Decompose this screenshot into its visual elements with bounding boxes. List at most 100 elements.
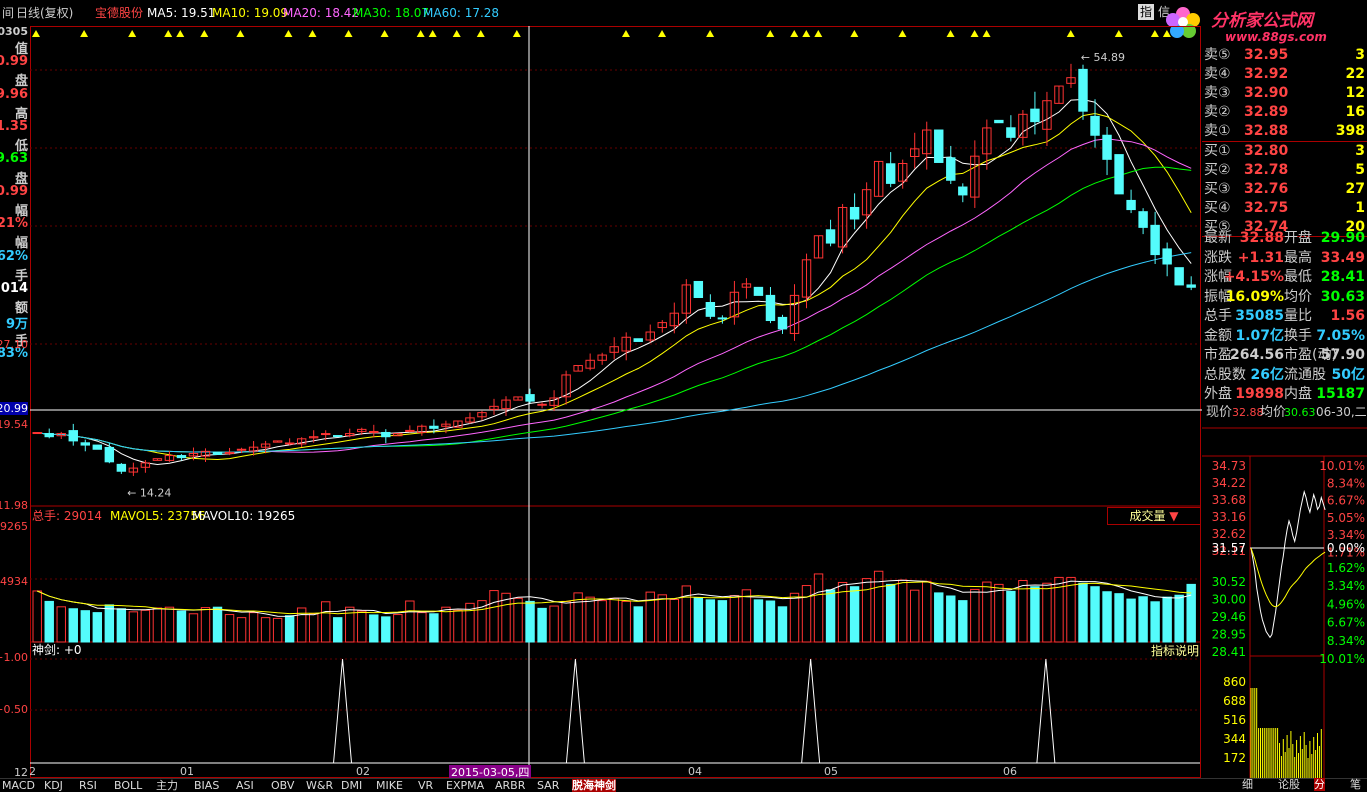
signal-triangle	[380, 30, 389, 37]
sell-level-label: 卖①	[1204, 123, 1231, 139]
indicator-tab[interactable]: MIKE	[376, 779, 403, 792]
indicator-tab[interactable]: OBV	[271, 779, 294, 792]
signal-triangle	[452, 30, 461, 37]
volume-bar	[958, 600, 968, 643]
stock-name[interactable]: 宝德股份	[95, 0, 143, 26]
intraday-volume-tick: 344	[1223, 732, 1246, 746]
signal-triangle	[416, 30, 425, 37]
stat-label: 最高	[1284, 249, 1312, 266]
volume-bar	[729, 595, 740, 643]
quote-panel: 卖⑤ 32.95 3 卖④ 32.92 22 卖③ 32.90 12 卖② 32.89 16 卖① 32.…	[1202, 26, 1367, 426]
right-tab[interactable]: 笔	[1350, 778, 1361, 791]
candle-body	[705, 302, 716, 317]
indicator-tab[interactable]: ASI	[236, 779, 254, 792]
sell-level-label: 卖③	[1204, 85, 1231, 101]
indicator-tab[interactable]: EXPMA	[446, 779, 484, 792]
main-chart[interactable]: ← 54.89← 14.24总手: 29014 MAVOL5: 23756MAVO…	[30, 26, 1202, 778]
volume-bar	[489, 590, 499, 643]
left-info-item: 21%	[0, 216, 28, 232]
stat-value: 57.90	[1320, 347, 1365, 363]
intraday-pct-tick: 6.67%	[1327, 494, 1365, 508]
candle-body	[717, 317, 728, 320]
indicator-tab[interactable]: 脱海神剑	[572, 779, 616, 792]
candle-body	[777, 316, 788, 330]
indicator-tab[interactable]: SAR	[537, 779, 559, 792]
sell-row: 卖① 32.88 398	[1202, 122, 1367, 141]
left-axis-label: 9265	[0, 520, 28, 533]
signal-triangle	[898, 30, 907, 37]
volume-select[interactable]: 成交量 ▼	[1107, 507, 1201, 525]
volume-bar	[260, 617, 271, 643]
candle-body	[1150, 224, 1160, 256]
x-axis-label: 01	[180, 765, 194, 778]
period-label[interactable]: 日线(复权)	[16, 0, 73, 26]
volume-bar	[1006, 590, 1016, 643]
intraday-date: 06-30,二	[1316, 405, 1367, 419]
sell-level-label: 卖②	[1204, 104, 1231, 120]
signal-triangle	[512, 30, 521, 37]
volume-bar	[104, 604, 115, 643]
stat-value: 29.90	[1320, 230, 1365, 246]
volume-bar	[777, 606, 788, 643]
indicator-spike	[801, 658, 821, 764]
volume-bar	[621, 600, 631, 643]
buy-volume: 5	[1355, 162, 1365, 178]
volume-bar	[693, 597, 704, 643]
candle-body	[537, 403, 547, 406]
right-tab[interactable]: 细	[1242, 778, 1253, 791]
indicator-button[interactable]: 指	[1138, 4, 1155, 20]
indicator-tab[interactable]: MACD	[2, 779, 35, 792]
volume-bar	[1114, 593, 1124, 643]
sell-level-label: 卖④	[1204, 66, 1231, 82]
candle-body	[1138, 211, 1148, 228]
x-axis-label: 12	[30, 765, 36, 778]
intraday-pct-tick: 8.34%	[1327, 476, 1365, 490]
volume-bar	[982, 581, 992, 643]
signal-triangle	[946, 30, 955, 37]
right-tab[interactable]: 分	[1314, 778, 1325, 791]
volume-bar	[140, 609, 151, 643]
indicator-help-button[interactable]: 指标说明	[1151, 642, 1199, 659]
indicator-tab[interactable]: VR	[418, 779, 433, 792]
volume-bar	[1126, 598, 1136, 643]
right-tab[interactable]: 论股	[1278, 778, 1300, 791]
volume-bar	[176, 610, 187, 643]
intraday-price-tick: 34.73	[1212, 459, 1246, 473]
stat-label: 均价	[1284, 288, 1312, 305]
signal-triangle	[1150, 30, 1159, 37]
candle-body	[284, 442, 295, 445]
indicator-tab[interactable]: BOLL	[114, 779, 142, 792]
buy-level-label: 买②	[1204, 162, 1231, 178]
signal-triangle	[706, 30, 715, 37]
stat-value: 16.09%	[1225, 288, 1284, 305]
volume-bar	[224, 614, 235, 643]
volume-bar	[92, 612, 103, 643]
intraday-chart[interactable]: 现价 32.88均价30.63 06-30,二 34.73 34.22 33.68 33.1…	[1202, 400, 1367, 778]
indicator-tabs: MACD KDJ RSI BOLL 主力 BIAS ASI OBV W&R DMI MIKE VR EX…	[0, 778, 1367, 792]
volume-bar	[561, 600, 571, 643]
volume-bar	[405, 600, 415, 643]
candle-body	[92, 444, 103, 450]
volume-bar	[922, 580, 932, 643]
indicator-tab[interactable]: 主力	[156, 779, 178, 792]
intraday-price-tick: 33.68	[1212, 493, 1246, 507]
volume-bar	[68, 608, 78, 643]
intraday-price: 32.88	[1232, 406, 1264, 419]
ma30-label: MA30: 18.07	[353, 6, 430, 20]
sell-volume: 16	[1345, 104, 1365, 120]
indicator-tab[interactable]: RSI	[79, 779, 97, 792]
indicator-tab[interactable]: DMI	[341, 779, 362, 792]
x-axis-label: 02	[356, 765, 370, 778]
indicator-tab[interactable]: W&R	[306, 779, 333, 792]
indicator-tab[interactable]: BIAS	[194, 779, 219, 792]
indicator-tab[interactable]: ARBR	[495, 779, 525, 792]
stat-value: 50亿	[1331, 366, 1365, 383]
ma-line	[37, 138, 1192, 453]
volume-bar	[128, 611, 139, 643]
candle-body	[429, 425, 439, 429]
volume-bar	[429, 613, 439, 643]
indicator-tab[interactable]: KDJ	[44, 779, 63, 792]
candle-body	[104, 446, 115, 463]
signal-triangle	[164, 30, 173, 37]
volume-bar	[681, 585, 692, 643]
